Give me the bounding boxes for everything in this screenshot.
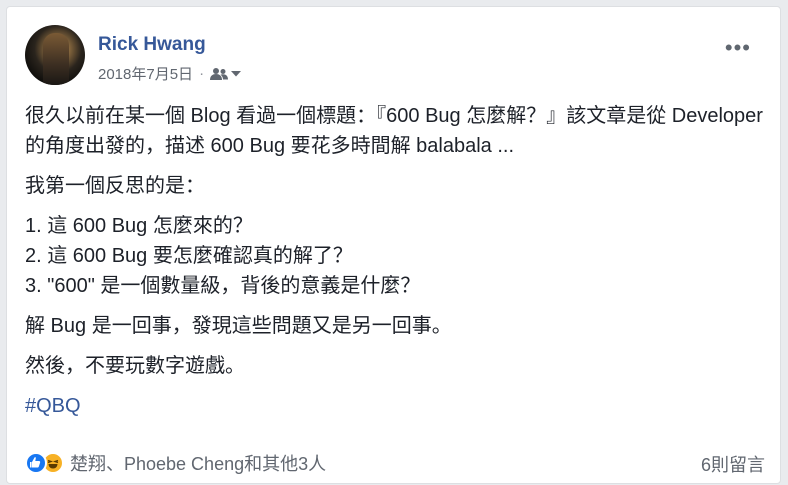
list-item: 1. 這 600 Bug 怎麼來的？	[25, 215, 253, 237]
list-item: 2. 這 600 Bug 要怎麼確認真的解了？	[25, 245, 353, 267]
friends-icon	[210, 67, 229, 80]
author-name[interactable]: Rick Hwang	[98, 34, 206, 56]
like-icon	[25, 452, 47, 474]
post-paragraph: 解 Bug 是一回事，發現這些問題又是另一回事。	[25, 315, 452, 337]
reactions-summary[interactable]: 楚翔、Phoebe Cheng和其他3人	[25, 450, 326, 476]
question-list: 1. 這 600 Bug 怎麼來的？ 2. 這 600 Bug 要怎麼確認真的解…	[25, 211, 765, 301]
post-body: 很久以前在某一個 Blog 看過一個標題：『600 Bug 怎麼解？』該文章是從…	[25, 101, 765, 431]
more-options-icon[interactable]: •••	[725, 37, 751, 59]
post-header: Rick Hwang 2018年7月5日 · •••	[25, 25, 765, 87]
avatar[interactable]	[25, 25, 85, 85]
hashtag-line: #QBQ	[25, 391, 765, 421]
hashtag-link[interactable]: #QBQ	[25, 395, 81, 417]
chevron-down-icon	[231, 70, 242, 76]
audience-selector[interactable]	[210, 67, 242, 81]
meta-separator: ·	[199, 65, 205, 82]
post-paragraph: 很久以前在某一個 Blog 看過一個標題：『600 Bug 怎麼解？』該文章是從…	[25, 105, 763, 157]
post-meta: 2018年7月5日 ·	[98, 63, 242, 84]
post-footer: 楚翔、Phoebe Cheng和其他3人 6則留言	[25, 447, 765, 477]
reaction-names: 楚翔、Phoebe Cheng和其他3人	[70, 454, 327, 474]
post-paragraph: 然後，不要玩數字遊戲。	[25, 355, 245, 377]
post-card: Rick Hwang 2018年7月5日 · ••• 很久以前在某一個 Blog…	[6, 6, 781, 484]
list-item: 3. "600" 是一個數量級，背後的意義是什麼？	[25, 275, 421, 297]
post-paragraph: 我第一個反思的是：	[25, 175, 205, 197]
post-date[interactable]: 2018年7月5日	[98, 63, 193, 84]
comments-count[interactable]: 6則留言	[701, 451, 765, 477]
